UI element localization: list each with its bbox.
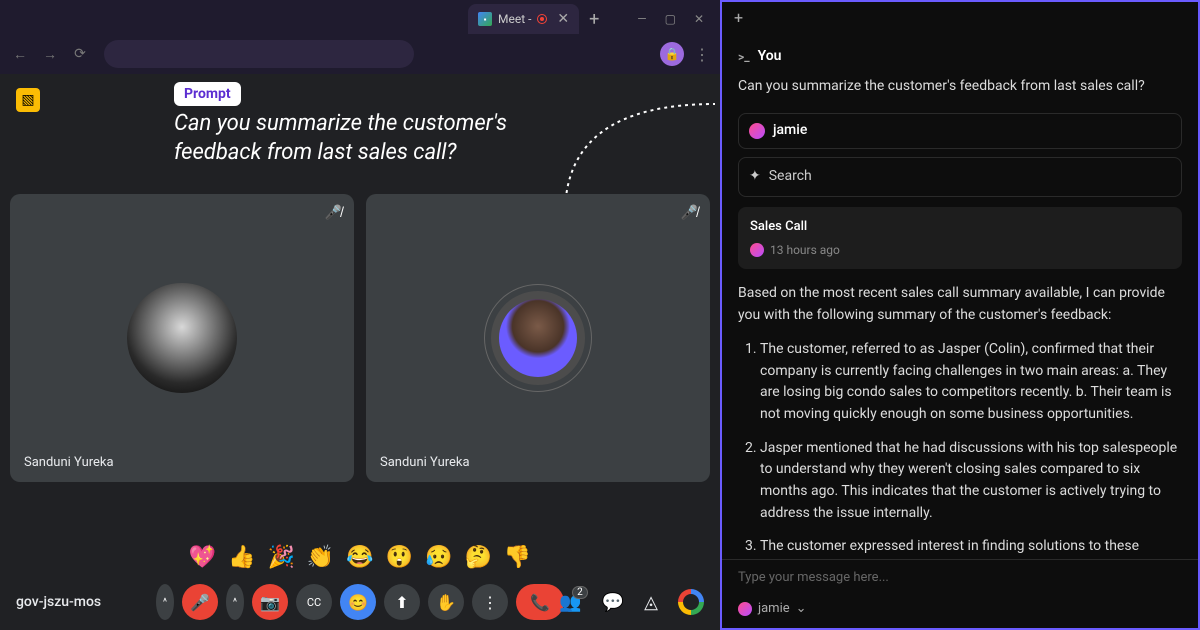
hangup-button[interactable]: 📞 bbox=[516, 584, 564, 620]
reaction-thumbsup[interactable]: 👍 bbox=[228, 545, 255, 570]
close-window-button[interactable]: ✕ bbox=[694, 12, 704, 26]
panel-footer[interactable]: jamie ⌄ bbox=[722, 595, 1198, 628]
maximize-button[interactable]: ▢ bbox=[665, 12, 676, 26]
ai-points-list: The customer, referred to as Jasper (Col… bbox=[738, 339, 1182, 559]
reaction-thinking[interactable]: 🤔 bbox=[465, 545, 492, 570]
reaction-laugh[interactable]: 😂 bbox=[346, 545, 373, 570]
source-card[interactable]: Sales Call 13 hours ago bbox=[738, 207, 1182, 270]
captions-button[interactable]: CC bbox=[296, 584, 332, 620]
present-button[interactable]: ⬆ bbox=[384, 584, 420, 620]
search-label: Search bbox=[769, 166, 812, 188]
reactions-bar: 💖 👍 🎉 👏 😂 😲 😥 🤔 👎 bbox=[189, 545, 532, 570]
reaction-party[interactable]: 🎉 bbox=[267, 545, 294, 570]
camera-button[interactable]: 📷 bbox=[252, 584, 288, 620]
panel-new-tab-button[interactable]: + bbox=[734, 8, 743, 27]
browser-menu-button[interactable]: ⋮ bbox=[694, 45, 710, 64]
mic-options-button[interactable]: ^ bbox=[156, 584, 174, 620]
mic-button[interactable]: 🎤 bbox=[182, 584, 218, 620]
people-count: 2 bbox=[572, 586, 588, 599]
participant-name: Sanduni Yureka bbox=[24, 455, 114, 470]
jamie-avatar-icon bbox=[738, 602, 752, 616]
prompt-icon: >_ bbox=[738, 48, 750, 67]
chat-button[interactable]: 💬 bbox=[602, 592, 624, 613]
activities-button[interactable]: ◬ bbox=[644, 592, 658, 613]
muted-icon: 🎤̸ bbox=[681, 204, 698, 221]
sparkle-icon: ✦ bbox=[749, 166, 761, 188]
reaction-wow[interactable]: 😲 bbox=[386, 545, 413, 570]
chevron-down-icon: ⌄ bbox=[796, 601, 807, 616]
back-button[interactable]: ← bbox=[10, 46, 30, 63]
list-item: Jasper mentioned that he had discussions… bbox=[760, 438, 1182, 525]
ai-header[interactable]: jamie bbox=[738, 113, 1182, 149]
muted-icon: 🎤̸ bbox=[325, 204, 342, 221]
profile-avatar[interactable]: 🔒 bbox=[660, 42, 684, 66]
reaction-clap[interactable]: 👏 bbox=[307, 545, 334, 570]
reload-button[interactable]: ⟳ bbox=[70, 46, 90, 62]
prompt-badge: Prompt bbox=[174, 82, 241, 106]
footer-name: jamie bbox=[758, 601, 790, 616]
participant-tile[interactable]: 🎤̸ Sanduni Yureka bbox=[10, 194, 354, 482]
forward-button[interactable]: → bbox=[40, 46, 60, 63]
people-button[interactable]: 👥2 bbox=[559, 592, 581, 613]
meet-favicon-icon: ▪ bbox=[478, 12, 492, 26]
prompt-text: Can you summarize the customer's feedbac… bbox=[174, 110, 554, 167]
close-tab-button[interactable]: ✕ bbox=[557, 11, 569, 27]
camera-options-button[interactable]: ^ bbox=[226, 584, 244, 620]
ai-name: jamie bbox=[773, 120, 807, 142]
card-title: Sales Call bbox=[750, 217, 1170, 237]
card-time: 13 hours ago bbox=[770, 241, 840, 260]
ai-panel: + >_ You Can you summarize the customer'… bbox=[720, 0, 1200, 630]
reaction-sad[interactable]: 😥 bbox=[425, 545, 452, 570]
list-item: The customer, referred to as Jasper (Col… bbox=[760, 339, 1182, 426]
participant-tile[interactable]: 🎤̸ Sanduni Yureka bbox=[366, 194, 710, 482]
address-input[interactable] bbox=[104, 40, 414, 68]
avatar bbox=[491, 291, 585, 385]
meet-area: ▧ Prompt Can you summarize the customer'… bbox=[0, 74, 720, 630]
tab-title: Meet - bbox=[498, 12, 531, 26]
panel-tabbar: + bbox=[722, 2, 1198, 32]
participant-name: Sanduni Yureka bbox=[380, 455, 470, 470]
minimize-button[interactable]: — bbox=[637, 12, 646, 26]
search-step[interactable]: ✦ Search bbox=[738, 157, 1182, 197]
jamie-avatar-icon bbox=[749, 123, 765, 139]
reaction-heart[interactable]: 💖 bbox=[189, 545, 216, 570]
ai-intro: Based on the most recent sales call summ… bbox=[738, 283, 1182, 326]
avatar bbox=[127, 283, 237, 393]
list-item: The customer expressed interest in findi… bbox=[760, 536, 1182, 559]
present-icon[interactable]: ▧ bbox=[16, 88, 40, 112]
user-message: Can you summarize the customer's feedbac… bbox=[738, 76, 1182, 98]
browser-tabbar: ▪ Meet - ✕ + — ▢ ✕ bbox=[0, 0, 720, 34]
new-tab-button[interactable]: + bbox=[589, 4, 599, 34]
emoji-button[interactable]: 😊 bbox=[340, 584, 376, 620]
meeting-id: gov-jszu-mos bbox=[16, 594, 101, 610]
user-label: >_ You bbox=[738, 46, 1182, 68]
source-icon bbox=[750, 243, 764, 257]
recording-icon bbox=[537, 14, 547, 24]
raise-hand-button[interactable]: ✋ bbox=[428, 584, 464, 620]
reaction-thumbsdown[interactable]: 👎 bbox=[504, 545, 531, 570]
you-text: You bbox=[758, 46, 782, 68]
browser-tab[interactable]: ▪ Meet - ✕ bbox=[468, 4, 579, 34]
meet-bottom-bar: gov-jszu-mos ^ 🎤 ^ 📷 CC 😊 ⬆ ✋ ⋮ 📞 ⓘ 👥2 💬… bbox=[0, 574, 720, 630]
message-input[interactable]: Type your message here... bbox=[722, 559, 1198, 595]
url-bar: ← → ⟳ 🔒 ⋮ bbox=[0, 34, 720, 74]
more-button[interactable]: ⋮ bbox=[472, 584, 508, 620]
host-controls-button[interactable] bbox=[678, 589, 704, 615]
